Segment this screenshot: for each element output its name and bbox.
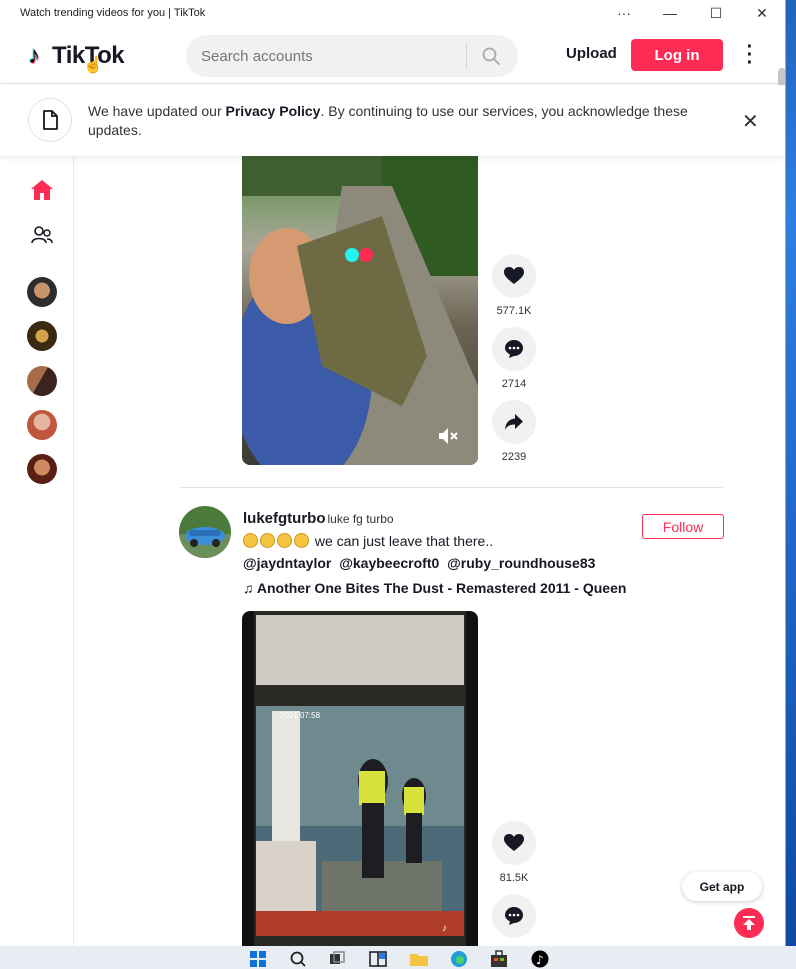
music-link[interactable]: ♫ Another One Bites The Dust - Remastere… — [243, 580, 626, 596]
window-title: Watch trending videos for you | TikTok — [20, 7, 206, 19]
document-icon — [28, 98, 72, 142]
comment-count-1: 2714 — [501, 378, 527, 390]
minimize-icon[interactable]: — — [647, 0, 693, 26]
like-button-2[interactable] — [492, 821, 536, 865]
get-app-button[interactable]: Get app — [682, 872, 762, 901]
video-timestamp: 2021 07:58 — [280, 711, 321, 720]
login-button[interactable]: Log in — [631, 39, 723, 71]
widgets-icon[interactable] — [369, 950, 387, 968]
maximize-icon[interactable]: ☐ — [693, 0, 739, 26]
share-button-1[interactable] — [492, 400, 536, 444]
banner-close-icon[interactable]: ✕ — [742, 109, 759, 134]
header: ♪ ♪ ♪ TikTok ☝ Upload Log in ··· — [0, 26, 785, 84]
search-icon[interactable] — [467, 46, 515, 66]
follow-button[interactable]: Follow — [642, 514, 724, 539]
share-icon — [505, 414, 523, 430]
privacy-banner: We have updated our Privacy Policy. By c… — [0, 85, 785, 156]
laughing-emoji-icon — [294, 533, 309, 548]
sidebar — [0, 156, 74, 946]
more-icon[interactable]: ··· — [601, 0, 647, 26]
share-count-1: 2239 — [501, 451, 527, 463]
following-icon[interactable] — [27, 220, 57, 250]
post-mentions: @jaydntaylor @kaybeecroft0 @ruby_roundho… — [243, 555, 599, 571]
author-username[interactable]: lukefgturbo luke fg turbo — [243, 510, 394, 527]
video-frame-1 — [242, 156, 478, 465]
author-nickname: luke fg turbo — [327, 512, 394, 526]
avatar-2[interactable] — [27, 321, 57, 351]
heart-icon — [504, 834, 524, 851]
windows-taskbar: ♪ — [0, 946, 796, 969]
mouse-cursor-icon: ☝ — [83, 57, 103, 74]
video-frame-2 — [254, 611, 466, 946]
tiktok-taskbar-icon[interactable]: ♪ — [531, 950, 549, 968]
tiktok-watermark-icon: ♪ — [442, 923, 447, 934]
title-bar: Watch trending videos for you | TikTok ·… — [0, 0, 785, 26]
comment-icon — [505, 907, 523, 925]
svg-text:♪: ♪ — [536, 953, 544, 967]
search-bar[interactable] — [186, 35, 518, 77]
post-caption: we can just leave that there.. — [243, 533, 493, 549]
tiktok-note-icon: ♪ ♪ ♪ — [27, 41, 41, 70]
mention-link[interactable]: @jaydntaylor — [243, 555, 331, 571]
file-explorer-icon[interactable] — [409, 950, 428, 968]
like-count-1: 577.1K — [496, 305, 532, 317]
laughing-emoji-icon — [277, 533, 292, 548]
edge-browser-icon[interactable] — [450, 950, 468, 968]
privacy-text: We have updated our Privacy Policy. By c… — [88, 103, 688, 138]
tiktok-logo[interactable]: ♪ ♪ ♪ TikTok — [27, 41, 125, 70]
scroll-to-top-button[interactable] — [734, 908, 764, 938]
home-icon[interactable] — [27, 175, 57, 205]
comment-button-1[interactable] — [492, 327, 536, 371]
comment-button-2[interactable] — [492, 894, 536, 938]
search-input[interactable] — [186, 47, 466, 65]
author-avatar[interactable] — [179, 506, 231, 558]
avatar-3[interactable] — [27, 366, 57, 396]
like-button-1[interactable] — [492, 254, 536, 298]
heart-icon — [504, 267, 524, 284]
music-note-icon: ♫ — [243, 580, 254, 596]
taskbar-search-icon[interactable] — [289, 950, 307, 968]
store-icon[interactable] — [490, 950, 508, 968]
arrow-up-icon — [743, 916, 755, 930]
avatar-4[interactable] — [27, 410, 57, 440]
video-player-1[interactable] — [242, 156, 478, 465]
mention-link[interactable]: @ruby_roundhouse83 — [447, 555, 595, 571]
upload-link[interactable]: Upload — [566, 45, 617, 62]
avatar-5[interactable] — [27, 454, 57, 484]
more-options-icon[interactable]: · · · — [742, 37, 758, 73]
post-divider — [180, 487, 723, 488]
video-player-2[interactable]: 2021 07:58 ♪ — [242, 611, 478, 946]
privacy-policy-link[interactable]: Privacy Policy — [226, 103, 321, 119]
comment-icon — [505, 340, 523, 358]
like-count-2: 81.5K — [499, 872, 529, 884]
task-view-icon[interactable] — [328, 950, 346, 968]
avatar-1[interactable] — [27, 277, 57, 307]
laughing-emoji-icon — [260, 533, 275, 548]
laughing-emoji-icon — [243, 533, 258, 548]
mention-link[interactable]: @kaybeecroft0 — [339, 555, 439, 571]
app-window: Watch trending videos for you | TikTok ·… — [0, 0, 786, 946]
mute-icon[interactable] — [436, 424, 460, 448]
windows-start-icon[interactable] — [249, 950, 267, 968]
close-icon[interactable]: ✕ — [739, 0, 785, 26]
